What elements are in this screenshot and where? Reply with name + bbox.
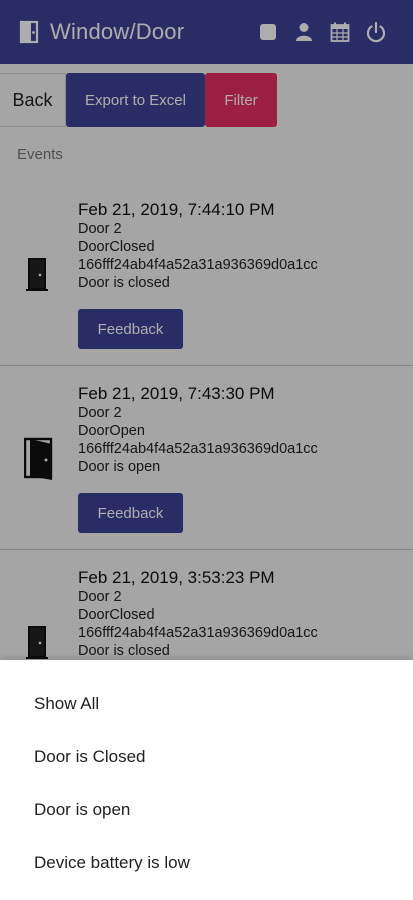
filter-bottom-sheet: Show All Door is Closed Door is open Dev…: [0, 660, 413, 900]
filter-option-battery-low[interactable]: Device battery is low: [0, 836, 413, 889]
filter-option-show-all[interactable]: Show All: [0, 677, 413, 730]
modal-backdrop[interactable]: [0, 0, 413, 660]
filter-option-door-closed[interactable]: Door is Closed: [0, 730, 413, 783]
filter-option-door-open[interactable]: Door is open: [0, 783, 413, 836]
